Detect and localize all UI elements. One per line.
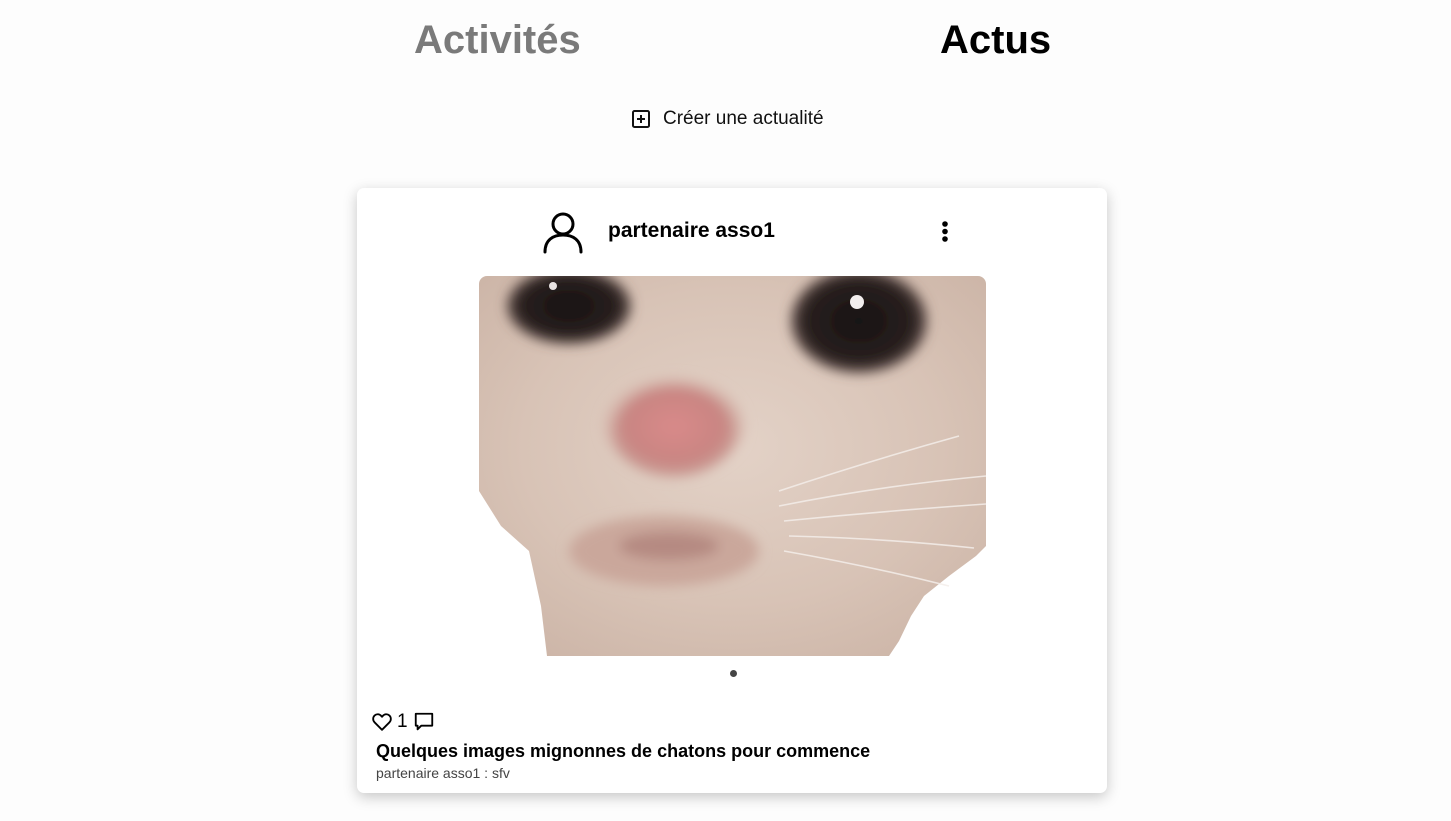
post-subtitle: partenaire asso1 : sfv: [376, 765, 510, 781]
carousel-indicator[interactable]: [730, 670, 737, 677]
tab-activites[interactable]: Activités: [414, 16, 581, 64]
heart-icon[interactable]: [371, 711, 393, 733]
news-card: partenaire asso1 1 Quelques images migno…: [357, 188, 1107, 793]
post-image[interactable]: [479, 276, 986, 656]
tab-bar: Activités Actus: [0, 0, 1451, 80]
like-count: 1: [397, 711, 408, 732]
post-title: Quelques images mignonnes de chatons pou…: [376, 741, 871, 761]
create-news-label: Créer une actualité: [663, 108, 824, 129]
user-icon: [541, 210, 585, 254]
post-actions: 1: [371, 710, 435, 734]
tab-actus[interactable]: Actus: [940, 16, 1051, 64]
plus-square-icon: [631, 109, 651, 129]
comment-icon[interactable]: [413, 711, 435, 733]
post-author[interactable]: partenaire asso1: [608, 219, 775, 243]
create-news-button[interactable]: Créer une actualité: [631, 106, 824, 132]
more-vertical-icon[interactable]: [937, 220, 953, 244]
